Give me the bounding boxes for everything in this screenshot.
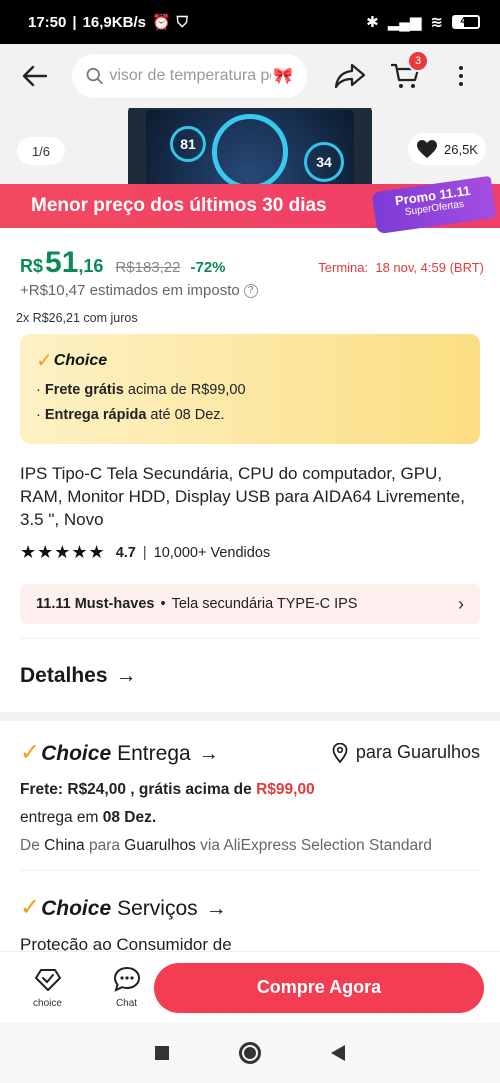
sold-count: 10,000+ Vendidos bbox=[153, 544, 271, 561]
price-integer: 51 bbox=[45, 246, 79, 279]
details-label: Detalhes bbox=[20, 664, 108, 687]
wifi-icon: ≋ bbox=[430, 14, 443, 31]
back-triangle-icon[interactable] bbox=[331, 1045, 345, 1061]
chat-tab[interactable]: Chat bbox=[99, 966, 154, 1009]
shipping-cost: Frete: R$24,00 , grátis acima de R$99,00 bbox=[20, 781, 315, 798]
divider bbox=[20, 638, 480, 639]
delivery-location[interactable]: para Guarulhos bbox=[332, 742, 480, 763]
recents-icon[interactable] bbox=[155, 1046, 169, 1060]
gift-bow-icon: 🎀 bbox=[273, 68, 293, 85]
choice-heart-icon bbox=[34, 969, 61, 991]
location-pin-icon bbox=[332, 742, 348, 763]
search-icon bbox=[86, 67, 103, 85]
product-title: IPS Tipo-C Tela Secundária, CPU do compu… bbox=[20, 464, 465, 529]
share-icon[interactable] bbox=[333, 59, 367, 93]
home-icon[interactable] bbox=[239, 1042, 261, 1064]
choice-logo: ✓ Choice bbox=[36, 350, 108, 372]
chevron-right-icon: › bbox=[458, 593, 464, 614]
cart-count-badge: 3 bbox=[407, 50, 429, 72]
buy-now-button[interactable]: Compre Agora bbox=[154, 962, 484, 1013]
rating-separator: | bbox=[142, 544, 147, 561]
choice-services-header[interactable]: ✓ Choice Serviços → bbox=[20, 893, 227, 922]
image-counter: 1/6 bbox=[17, 137, 65, 165]
bottom-action-bar: choice Chat Compre Agora bbox=[0, 951, 500, 1023]
wishlist-button[interactable]: 26,5K bbox=[408, 133, 486, 165]
installments: 2x R$26,21 com juros bbox=[16, 311, 138, 325]
checkmark-icon: ✓ bbox=[20, 739, 41, 766]
tax-estimate[interactable]: +R$10,47 estimados em imposto ? bbox=[20, 282, 258, 299]
consumer-protection: Proteção ao Consumidor de bbox=[20, 935, 232, 951]
checkmark-icon: ✓ bbox=[20, 894, 41, 921]
chat-icon bbox=[113, 966, 140, 992]
star-rating-icon: ★★★★★ bbox=[20, 542, 106, 562]
search-input[interactable]: visor de temperatura pc 🎀 bbox=[72, 54, 307, 98]
promo-banner-text: Menor preço dos últimos 30 dias bbox=[31, 195, 327, 216]
must-haves-banner[interactable]: 11.11 Must-haves • Tela secundária TYPE-… bbox=[20, 584, 480, 624]
checkmark-icon: ✓ bbox=[36, 350, 53, 372]
free-shipping-line: · Frete grátis acima de R$99,00 bbox=[36, 382, 246, 398]
discount-badge: -72% bbox=[190, 259, 226, 276]
clock: 17:50 bbox=[28, 13, 67, 31]
price-currency: R$ bbox=[20, 256, 44, 276]
network-speed: 16,9KB/s bbox=[82, 13, 146, 31]
signal-icon: ▂▄▆ bbox=[387, 14, 422, 31]
more-options-icon[interactable] bbox=[451, 66, 471, 86]
must-haves-title: 11.11 Must-haves bbox=[36, 596, 155, 612]
choice-tab-label: choice bbox=[33, 998, 62, 1009]
must-haves-dot: • bbox=[160, 596, 166, 612]
rating-score: 4.7 bbox=[115, 544, 136, 561]
bluetooth-icon: ✱ bbox=[366, 14, 379, 31]
delivery-date: entrega em 08 Dez. bbox=[20, 809, 157, 826]
gauge-right: 34 bbox=[304, 142, 344, 182]
choice-benefits-box[interactable]: ✓ Choice · Frete grátis acima de R$99,00… bbox=[20, 334, 480, 444]
alarm-icon: ⏰ bbox=[151, 14, 171, 31]
section-gap bbox=[0, 712, 500, 721]
price-row: R$ 51 ,16 R$183,22 -72% Termina: 18 nov,… bbox=[20, 246, 484, 279]
back-arrow-icon[interactable] bbox=[16, 58, 52, 94]
likes-count: 26,5K bbox=[444, 141, 478, 157]
shield-icon: ⛉ bbox=[176, 13, 188, 31]
arrow-right-icon: → bbox=[115, 664, 137, 687]
heart-icon bbox=[417, 140, 437, 158]
fast-delivery-line: · Entrega rápida até 08 Dez. bbox=[36, 407, 225, 423]
choice-word: Choice bbox=[41, 742, 112, 765]
price-cents: ,16 bbox=[78, 256, 104, 276]
question-icon[interactable]: ? bbox=[243, 283, 258, 298]
choice-delivery-header[interactable]: ✓ Choice Entrega → para Guarulhos bbox=[20, 738, 480, 767]
divider bbox=[20, 870, 480, 871]
shipping-route: De China para Guarulhos via AliExpress S… bbox=[20, 837, 432, 854]
tax-text: +R$10,47 estimados em imposto bbox=[20, 282, 240, 299]
arrow-right-icon: → bbox=[198, 743, 219, 765]
top-bar: visor de temperatura pc 🎀 3 bbox=[0, 44, 500, 108]
promo-end-time: Termina: 18 nov, 4:59 (BRT) bbox=[318, 260, 484, 275]
search-placeholder: visor de temperatura pc bbox=[109, 67, 272, 84]
system-nav-bar bbox=[0, 1023, 500, 1083]
device-illustration: 81 34 bbox=[128, 104, 372, 184]
rating-row[interactable]: ★★★★★ 4.7 | 10,000+ Vendidos bbox=[20, 542, 270, 563]
cart-icon[interactable]: 3 bbox=[387, 50, 429, 94]
battery-icon: 42 bbox=[452, 15, 480, 29]
delivery-title: Entrega bbox=[117, 742, 191, 765]
status-separator: | bbox=[72, 13, 77, 31]
services-title: Serviços bbox=[117, 897, 198, 920]
status-bar: 17:50 | 16,9KB/s ⏰ ⛉ ✱ ▂▄▆ ≋ 42 bbox=[0, 0, 500, 44]
original-price: R$183,22 bbox=[115, 259, 181, 276]
must-haves-text: Tela secundária TYPE-C IPS bbox=[171, 596, 358, 612]
gauge-left: 81 bbox=[170, 126, 206, 162]
arrow-right-icon: → bbox=[205, 897, 227, 920]
chat-tab-label: Chat bbox=[115, 998, 138, 1009]
details-link[interactable]: Detalhes → bbox=[20, 664, 137, 688]
choice-tab[interactable]: choice bbox=[20, 966, 75, 1009]
choice-word: Choice bbox=[41, 897, 112, 920]
